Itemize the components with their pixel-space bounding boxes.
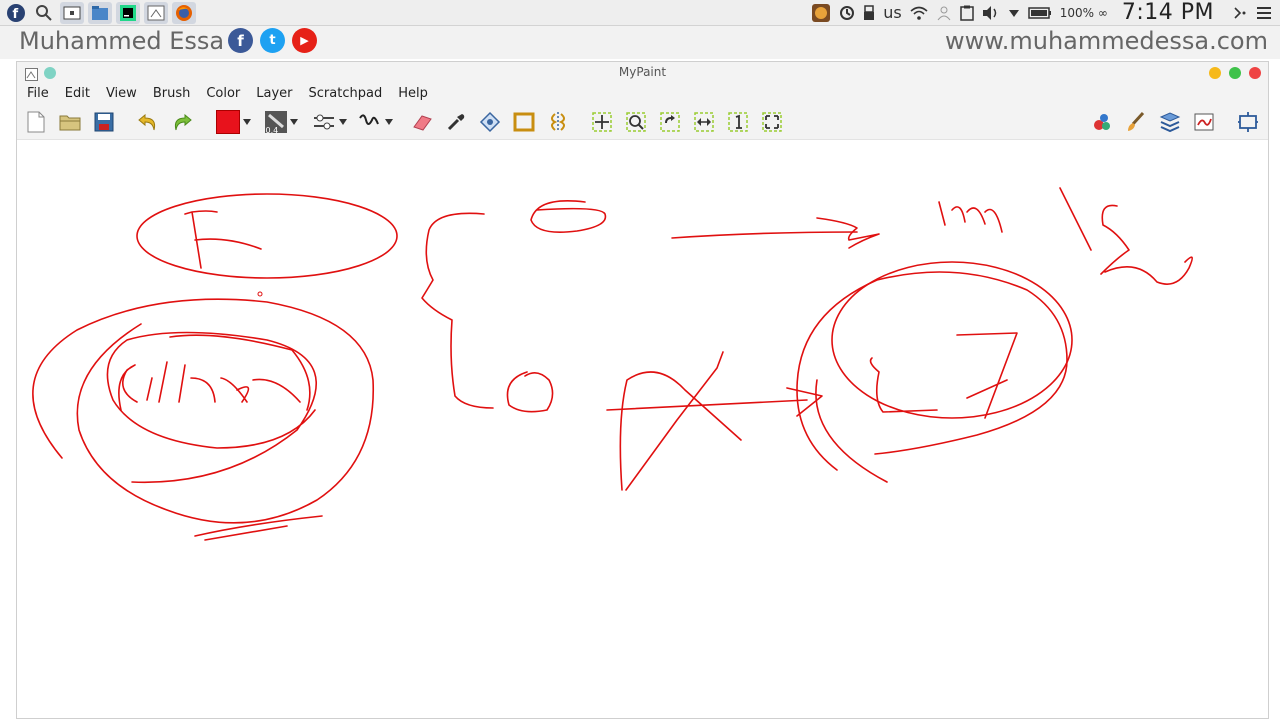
sketch-ellipse-letter-a	[136, 193, 398, 279]
app-tray-icon[interactable]	[811, 3, 831, 23]
battery-percent: 100% ∞	[1059, 5, 1108, 20]
redo-icon[interactable]	[169, 109, 195, 135]
clipboard-icon[interactable]	[959, 5, 974, 21]
new-file-icon[interactable]	[23, 109, 49, 135]
show-desktop-icon[interactable]	[60, 1, 84, 24]
sketch-text-is	[1059, 187, 1193, 285]
sketch-text-im	[938, 201, 1003, 233]
chevron-down-icon	[289, 119, 298, 125]
menu-view[interactable]: View	[98, 83, 145, 105]
menu-help[interactable]: Help	[390, 83, 436, 105]
save-icon[interactable]	[91, 109, 117, 135]
scratchpad-icon[interactable]	[1191, 109, 1217, 135]
mypaint-window: MyPaint File Edit View Brush Color Layer…	[16, 61, 1269, 719]
menu-scratchpad[interactable]: Scratchpad	[301, 83, 391, 105]
maximize-button[interactable]	[1229, 67, 1241, 79]
settings-icon[interactable]	[1232, 5, 1248, 21]
wifi-icon[interactable]	[910, 6, 928, 20]
squiggle-icon	[358, 114, 379, 125]
zoom-view-icon[interactable]	[623, 109, 649, 135]
user-icon[interactable]	[936, 5, 952, 21]
keyboard-layout-label[interactable]: us	[883, 3, 901, 22]
window-titlebar[interactable]: MyPaint	[17, 62, 1268, 83]
brush-selector-button[interactable]: 0.4	[261, 109, 301, 135]
close-button[interactable]	[1249, 67, 1261, 79]
window-title: MyPaint	[618, 65, 667, 79]
menu-color[interactable]: Color	[198, 83, 248, 105]
author-banner: Muhammed Essa f t ▶ www.muhammedessa.com	[0, 26, 1280, 59]
layers-icon[interactable]	[1157, 109, 1183, 135]
website-url: www.muhammedessa.com	[945, 27, 1268, 55]
brush-size-label: 0.4	[265, 126, 279, 135]
mirror-view-icon[interactable]	[691, 109, 717, 135]
current-color-swatch	[215, 110, 240, 134]
sketch-center-circles	[32, 298, 375, 541]
system-top-bar: f us 100% ∞ 7:14 PM	[0, 0, 1280, 26]
color-palette-icon[interactable]	[1089, 109, 1115, 135]
minimize-button[interactable]	[1209, 67, 1221, 79]
sketch-right-circles	[796, 261, 1073, 483]
reset-zoom-icon[interactable]	[725, 109, 751, 135]
fullscreen-icon[interactable]	[1235, 109, 1261, 135]
firefox-icon[interactable]	[172, 1, 196, 24]
main-toolbar: 0.4	[17, 105, 1268, 140]
brush-settings-button[interactable]	[309, 109, 349, 135]
sketch-zero-top	[530, 200, 607, 233]
hamburger-menu-icon[interactable]	[1256, 6, 1272, 20]
chevron-down-icon	[384, 119, 393, 125]
sketch-zero-bottom	[506, 371, 554, 413]
color-picker-icon[interactable]	[443, 109, 469, 135]
clock[interactable]: 7:14 PM	[1122, 0, 1214, 25]
symmetry-tool-icon[interactable]	[545, 109, 571, 135]
drawing-canvas[interactable]	[17, 140, 1268, 718]
sketch-curly-brace	[421, 212, 494, 409]
fedora-logo-icon[interactable]: f	[4, 2, 28, 24]
fit-view-icon[interactable]	[759, 109, 785, 135]
svg-text:f: f	[13, 7, 19, 22]
brush-editor-icon[interactable]	[1123, 109, 1149, 135]
stroke-mode-button[interactable]	[355, 109, 395, 135]
open-folder-icon[interactable]	[57, 109, 83, 135]
menu-edit[interactable]: Edit	[57, 83, 98, 105]
chevron-down-icon	[338, 119, 347, 125]
battery-icon[interactable]	[1027, 6, 1052, 19]
menu-brush[interactable]: Brush	[145, 83, 199, 105]
facebook-icon: f	[228, 28, 253, 53]
youtube-icon: ▶	[292, 28, 317, 53]
file-manager-icon[interactable]	[88, 1, 112, 24]
brush-preview-icon: 0.4	[264, 111, 287, 135]
sketch-dot	[257, 291, 263, 297]
eraser-icon[interactable]	[409, 109, 435, 135]
sliders-icon	[313, 114, 334, 130]
color-swatch-button[interactable]	[215, 109, 251, 135]
volume-icon[interactable]	[982, 5, 1000, 21]
volume-menu-chevron-icon[interactable]	[1008, 8, 1020, 18]
undo-icon[interactable]	[135, 109, 161, 135]
rotate-view-icon[interactable]	[657, 109, 683, 135]
author-name: Muhammed Essa	[19, 27, 225, 55]
usb-icon[interactable]	[863, 4, 875, 21]
fill-tool-icon[interactable]	[477, 109, 503, 135]
search-icon[interactable]	[32, 2, 56, 24]
menu-file[interactable]: File	[17, 83, 57, 105]
sync-icon[interactable]	[839, 5, 855, 21]
menu-layer[interactable]: Layer	[248, 83, 300, 105]
pan-view-icon[interactable]	[589, 109, 615, 135]
pycharm-icon[interactable]	[116, 1, 140, 24]
chevron-down-icon	[242, 119, 251, 125]
twitter-icon: t	[260, 28, 285, 53]
sketch-x-shape	[606, 351, 823, 491]
mypaint-task-icon[interactable]	[144, 1, 168, 24]
sketch-arrow-top	[671, 217, 880, 249]
frame-tool-icon[interactable]	[511, 109, 537, 135]
menu-bar: File Edit View Brush Color Layer Scratch…	[17, 83, 1268, 105]
